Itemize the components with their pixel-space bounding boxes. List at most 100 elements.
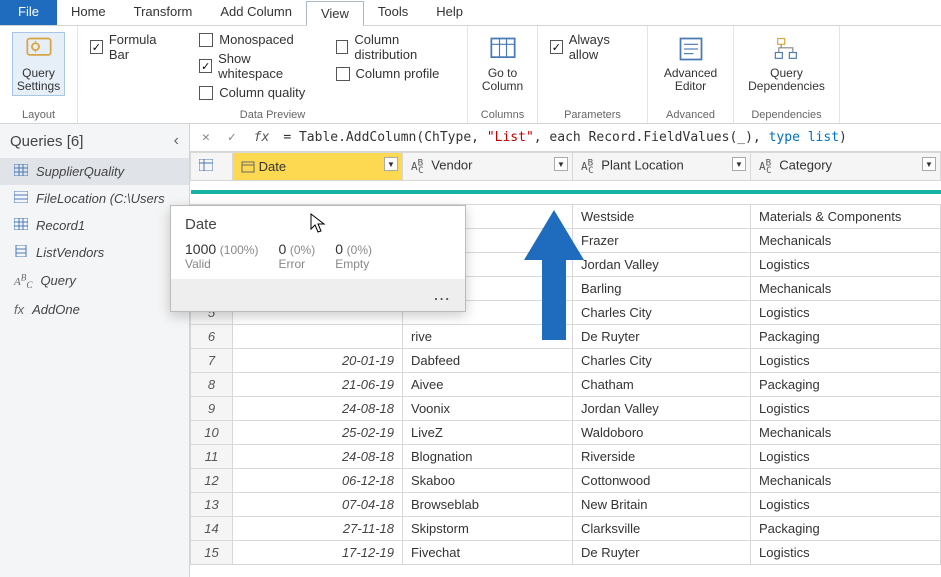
cell-date[interactable]: 24-08-18 [233,396,403,420]
tooltip-more-button[interactable]: ... [171,279,465,311]
table-row[interactable]: 924-08-18VoonixJordan ValleyLogistics [191,396,941,420]
cell-category[interactable]: Mechanicals [751,468,941,492]
cell-date[interactable]: 24-08-18 [233,444,403,468]
check-column-distribution[interactable]: Column distribution [336,32,455,62]
cell-vendor[interactable]: Skaboo [403,468,573,492]
cancel-formula-button[interactable]: ✕ [198,130,214,145]
cell-plant[interactable]: Jordan Valley [573,396,751,420]
cell-plant[interactable]: New Britain [573,492,751,516]
table-corner[interactable] [191,153,233,181]
table-row[interactable]: 1025-02-19LiveZWaldoboroMechanicals [191,420,941,444]
cell-plant[interactable]: Clarksville [573,516,751,540]
column-header-vendor[interactable]: ABC Vendor▼ [403,153,573,181]
cell-category[interactable]: Materials & Components [751,204,941,228]
table-row[interactable]: 1206-12-18SkabooCottonwoodMechanicals [191,468,941,492]
sidebar-item-listvendors[interactable]: ListVendors [0,239,189,266]
cell-plant[interactable]: De Ruyter [573,540,751,564]
column-filter-dropdown[interactable]: ▼ [732,157,746,171]
menu-home[interactable]: Home [57,0,120,25]
sidebar-item-query[interactable]: ABCQuery [0,266,189,296]
cell-category[interactable]: Logistics [751,540,941,564]
menu-transform[interactable]: Transform [120,0,207,25]
cell-vendor[interactable]: Voonix [403,396,573,420]
cell-vendor[interactable]: Dabfeed [403,348,573,372]
cell-category[interactable]: Mechanicals [751,228,941,252]
table-row[interactable]: 1517-12-19FivechatDe RuyterLogistics [191,540,941,564]
advanced-editor-button[interactable]: Advanced Editor [660,32,721,96]
cell-vendor[interactable]: Fivechat [403,540,573,564]
sidebar-item-supplierquality[interactable]: SupplierQuality [0,158,189,185]
cell-date[interactable]: 20-01-19 [233,348,403,372]
cell-plant[interactable]: Charles City [573,300,751,324]
menu-tools[interactable]: Tools [364,0,422,25]
column-filter-dropdown[interactable]: ▼ [554,157,568,171]
query-dependencies-button[interactable]: Query Dependencies [746,32,827,96]
cell-plant[interactable]: Frazer [573,228,751,252]
cell-plant[interactable]: De Ruyter [573,324,751,348]
cell-date[interactable]: 07-04-18 [233,492,403,516]
cell-date[interactable] [233,324,403,348]
query-settings-button[interactable]: Query Settings [12,32,65,96]
sidebar-item-record1[interactable]: Record1 [0,212,189,239]
collapse-icon[interactable]: ‹ [174,132,179,150]
cell-date[interactable]: 27-11-18 [233,516,403,540]
cell-plant[interactable]: Waldoboro [573,420,751,444]
table-row[interactable]: 1124-08-18BlognationRiversideLogistics [191,444,941,468]
cell-plant[interactable]: Barling [573,276,751,300]
table-row[interactable]: 6riveDe RuyterPackaging [191,324,941,348]
check-monospaced[interactable]: Monospaced [199,32,309,47]
cell-category[interactable]: Logistics [751,492,941,516]
check-always-allow[interactable]: ✓Always allow [550,32,635,62]
cell-plant[interactable]: Jordan Valley [573,252,751,276]
cell-plant[interactable]: Cottonwood [573,468,751,492]
cell-category[interactable]: Logistics [751,300,941,324]
cell-date[interactable]: 21-06-19 [233,372,403,396]
sidebar-item-filelocation-c-users[interactable]: FileLocation (C:\Users [0,185,189,212]
cell-vendor[interactable]: Blognation [403,444,573,468]
table-row[interactable]: 720-01-19DabfeedCharles CityLogistics [191,348,941,372]
sidebar-item-addone[interactable]: fxAddOne [0,296,189,323]
cell-plant[interactable]: Riverside [573,444,751,468]
sidebar-header[interactable]: Queries [6] ‹ [0,124,189,158]
menu-add-column[interactable]: Add Column [206,0,306,25]
cell-vendor[interactable]: rive [403,324,573,348]
cell-category[interactable]: Logistics [751,444,941,468]
cell-vendor[interactable]: Browseblab [403,492,573,516]
table-row[interactable]: 1427-11-18SkipstormClarksvillePackaging [191,516,941,540]
cell-plant[interactable]: Charles City [573,348,751,372]
menu-view[interactable]: View [306,1,364,26]
cell-vendor[interactable]: Skipstorm [403,516,573,540]
column-filter-dropdown[interactable]: ▼ [922,157,936,171]
menu-help[interactable]: Help [422,0,477,25]
cell-plant[interactable]: Chatham [573,372,751,396]
column-header-plant-location[interactable]: ABC Plant Location▼ [573,153,751,181]
menu-file[interactable]: File [0,0,57,25]
cell-date[interactable]: 06-12-18 [233,468,403,492]
cell-category[interactable]: Mechanicals [751,420,941,444]
accept-formula-button[interactable]: ✓ [224,130,240,145]
check-formula-bar[interactable]: ✓Formula Bar [90,32,173,62]
cell-vendor[interactable]: LiveZ [403,420,573,444]
table-row[interactable]: 821-06-19AiveeChathamPackaging [191,372,941,396]
checkbox-icon [199,33,213,47]
formula-text[interactable]: = Table.AddColumn(ChType, "List", each R… [283,130,847,145]
column-header-category[interactable]: ABC Category▼ [751,153,941,181]
cell-category[interactable]: Mechanicals [751,276,941,300]
cell-date[interactable]: 25-02-19 [233,420,403,444]
goto-column-button[interactable]: Go to Column [480,32,525,96]
cell-category[interactable]: Packaging [751,516,941,540]
check-column-profile[interactable]: Column profile [336,66,455,81]
cell-category[interactable]: Logistics [751,396,941,420]
cell-category[interactable]: Packaging [751,372,941,396]
table-row[interactable]: 1307-04-18BrowseblabNew BritainLogistics [191,492,941,516]
check-column-quality[interactable]: Column quality [199,85,309,100]
cell-vendor[interactable]: Aivee [403,372,573,396]
cell-category[interactable]: Logistics [751,252,941,276]
cell-category[interactable]: Logistics [751,348,941,372]
column-header-date[interactable]: Date▼ [233,153,403,181]
cell-date[interactable]: 17-12-19 [233,540,403,564]
cell-plant[interactable]: Westside [573,204,751,228]
cell-category[interactable]: Packaging [751,324,941,348]
check-show-whitespace[interactable]: ✓Show whitespace [199,51,309,81]
column-filter-dropdown[interactable]: ▼ [384,157,398,171]
